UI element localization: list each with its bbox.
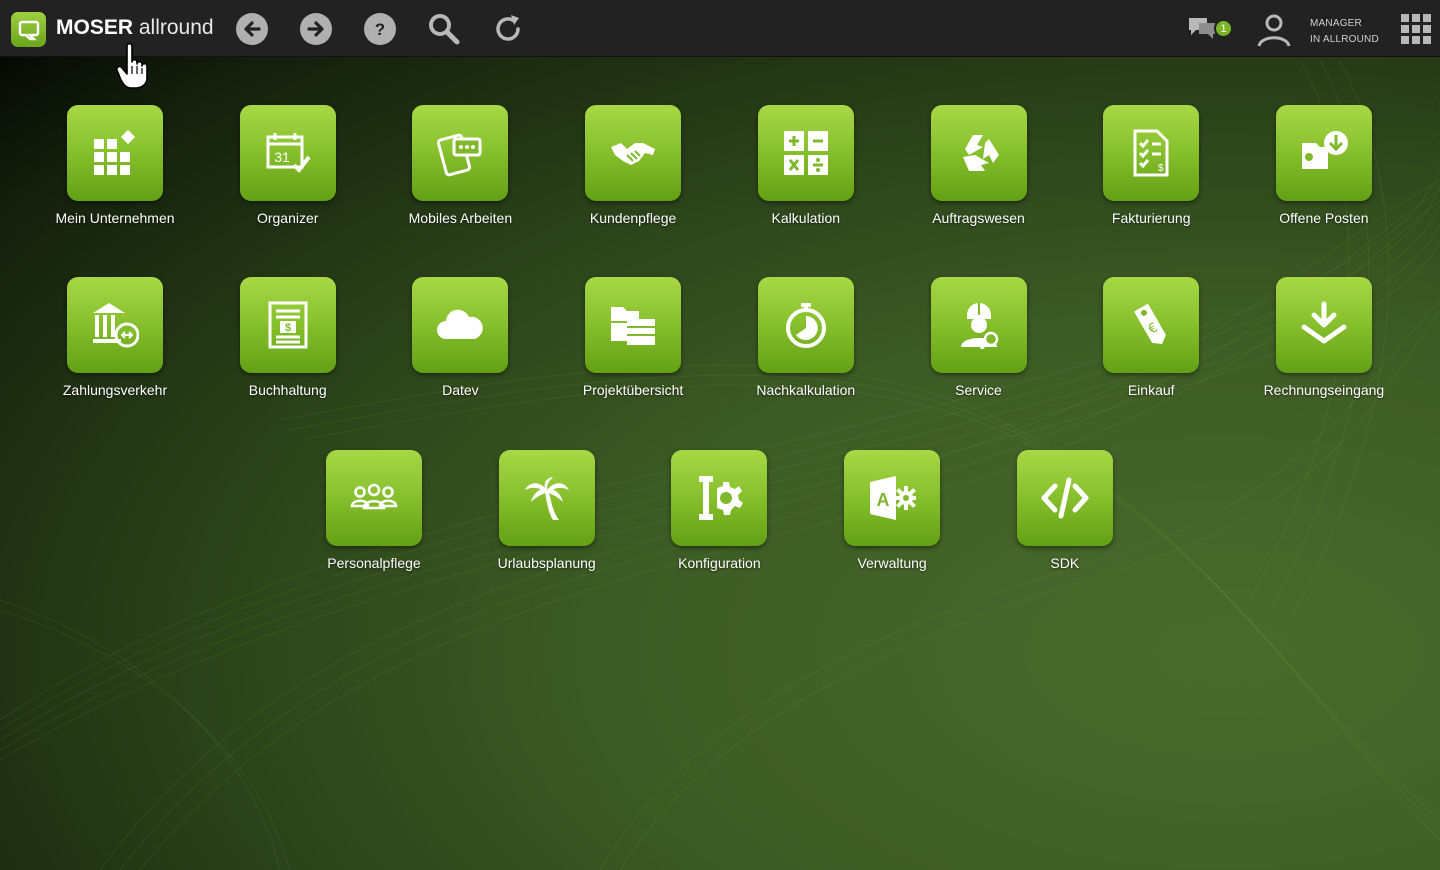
svg-text:$: $ [1158, 163, 1164, 174]
back-button[interactable] [235, 12, 269, 46]
people-group-icon [326, 450, 422, 546]
tile-label: Zahlungsverkehr [62, 382, 168, 398]
technician-icon [930, 277, 1027, 373]
tile-label: Buchhaltung [248, 382, 327, 398]
svg-text:?: ? [375, 20, 385, 39]
cloud-icon [412, 277, 509, 373]
svg-text:A: A [877, 490, 890, 510]
search-button[interactable] [427, 12, 461, 46]
forward-button[interactable] [299, 12, 333, 46]
bank-transfer-icon [67, 277, 163, 373]
tile-label: Mobiles Arbeiten [408, 210, 513, 226]
brand-name[interactable]: MOSER allround [56, 16, 214, 40]
tile-auftragswesen[interactable]: Auftragswesen [899, 105, 1059, 245]
tile-label: Nachkalkulation [756, 382, 856, 398]
tile-label: Kundenpflege [589, 210, 677, 226]
tablet-chat-icon [412, 105, 509, 201]
tile-kundenpflege[interactable]: Kundenpflege [553, 105, 713, 245]
top-bar: MOSER allround ? 1 MANAGER IN ALLROUND [0, 0, 1440, 57]
user-company: IN ALLROUND [1310, 34, 1379, 45]
tile-label: Offene Posten [1279, 210, 1369, 226]
brand-light: allround [138, 16, 214, 39]
tile-verwaltung[interactable]: A Verwaltung [812, 450, 972, 590]
tile-label: Organizer [256, 210, 319, 226]
tile-label: Auftragswesen [932, 210, 1025, 226]
tile-label: Verwaltung [857, 555, 927, 571]
tile-label: Konfiguration [678, 555, 761, 571]
tile-label: Datev [442, 382, 479, 398]
search-icon [429, 14, 460, 45]
invoice-checklist-icon: $ [1103, 105, 1200, 201]
handshake-icon [585, 105, 682, 201]
tile-label: Einkauf [1127, 382, 1175, 398]
tile-label: Projektübersicht [582, 382, 684, 398]
tile-offene-posten[interactable]: Offene Posten [1244, 105, 1404, 245]
brand-bold: MOSER [56, 16, 134, 39]
price-tag-euro-icon: € [1103, 277, 1200, 373]
messages-button[interactable]: 1 [1187, 14, 1235, 44]
stopwatch-icon [757, 277, 854, 373]
tile-urlaubsplanung[interactable]: Urlaubsplanung [467, 450, 627, 590]
message-count-badge: 1 [1214, 19, 1233, 38]
tile-buchhaltung[interactable]: $ Buchhaltung [208, 277, 368, 417]
inbox-download-icon [1275, 277, 1372, 373]
svg-text:31: 31 [274, 149, 290, 165]
tile-rechnungseingang[interactable]: Rechnungseingang [1244, 277, 1404, 417]
help-button[interactable]: ? [363, 12, 397, 46]
tile-label: Urlaubsplanung [497, 555, 596, 571]
tile-label: Rechnungseingang [1263, 382, 1385, 398]
back-arrow-icon [236, 13, 268, 45]
access-gear-icon: A [844, 450, 941, 546]
tile-sdk[interactable]: SDK [985, 450, 1145, 590]
tile-fakturierung[interactable]: $ Fakturierung [1071, 105, 1231, 245]
tile-einkauf[interactable]: € Einkauf [1071, 277, 1231, 417]
tile-organizer[interactable]: 31 Organizer [208, 105, 368, 245]
code-brackets-icon [1016, 450, 1113, 546]
tile-zahlungsverkehr[interactable]: Zahlungsverkehr [35, 277, 195, 417]
tile-label: SDK [1050, 555, 1080, 571]
tile-personalpflege[interactable]: Personalpflege [294, 450, 454, 590]
app-menu-button[interactable] [1401, 14, 1431, 44]
tile-konfiguration[interactable]: Konfiguration [639, 450, 799, 590]
tile-label: Kalkulation [771, 210, 841, 226]
tile-label: Fakturierung [1111, 210, 1191, 226]
tools-gear-icon [671, 450, 768, 546]
tile-label: Mein Unternehmen [55, 210, 175, 226]
chat-logo-icon [18, 20, 39, 40]
calculator-icon [757, 105, 854, 201]
user-avatar[interactable] [1256, 12, 1292, 48]
user-role: MANAGER [1310, 18, 1362, 29]
folders-icon [585, 277, 682, 373]
ledger-dollar-icon: $ [239, 277, 336, 373]
user-icon [1257, 14, 1291, 47]
help-icon: ? [364, 13, 396, 45]
folder-download-icon [1275, 105, 1372, 201]
refresh-icon [496, 15, 520, 41]
calendar-icon: 31 [239, 105, 336, 201]
tile-mein-unternehmen[interactable]: Mein Unternehmen [35, 105, 195, 245]
tile-service[interactable]: Service [899, 277, 1059, 417]
tile-mobiles-arbeiten[interactable]: Mobiles Arbeiten [380, 105, 540, 245]
tile-kalkulation[interactable]: Kalkulation [726, 105, 886, 245]
app-logo[interactable] [11, 12, 46, 47]
tile-datev[interactable]: Datev [380, 277, 540, 417]
tile-label: Personalpflege [327, 555, 421, 571]
tile-nachkalkulation[interactable]: Nachkalkulation [726, 277, 886, 417]
grid-diamond-icon [67, 105, 163, 201]
tile-label: Service [955, 382, 1002, 398]
palm-tree-icon [498, 450, 595, 546]
recycle-arrows-icon [930, 105, 1027, 201]
forward-arrow-icon [300, 13, 332, 45]
user-info[interactable]: MANAGER IN ALLROUND [1310, 16, 1379, 48]
svg-text:$: $ [285, 322, 291, 334]
tile-projektuebersicht[interactable]: Projektübersicht [553, 277, 713, 417]
refresh-button[interactable] [491, 12, 525, 46]
